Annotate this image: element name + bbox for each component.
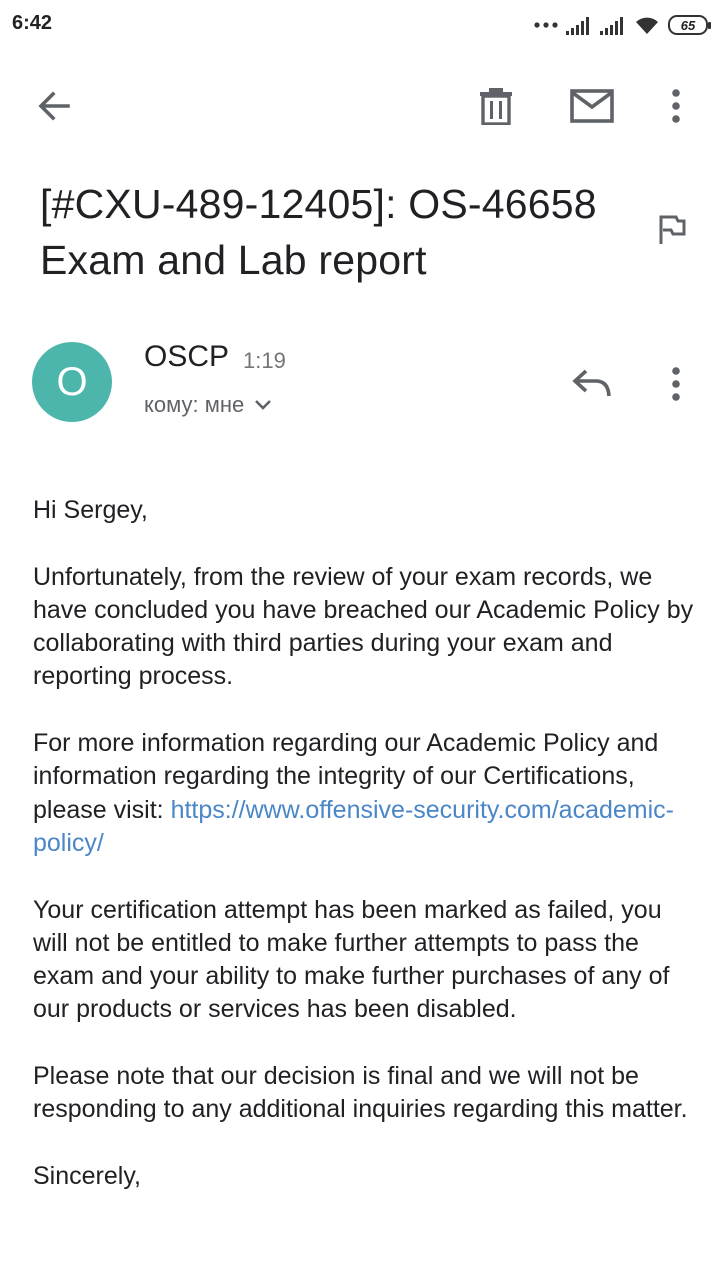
paragraph-4: Please note that our decision is final a… (33, 1062, 688, 1124)
email-time: 1:19 (243, 348, 286, 373)
mail-icon (570, 89, 614, 123)
signal-icon (566, 17, 589, 35)
dots-icon (534, 22, 558, 28)
email-view: 6:42 65 [#CXU-489-12405]: OS-46658 Exam … (0, 0, 720, 1280)
status-icons: 65 (534, 12, 711, 38)
status-time: 6:42 (12, 12, 53, 34)
toolbar (0, 60, 720, 150)
message-more-button[interactable] (652, 360, 700, 408)
closing: Sincerely, (33, 1161, 141, 1190)
email-body: Hi Sergey, Unfortunately, from the revie… (33, 494, 698, 1227)
paragraph-3: Your certification attempt has been mark… (33, 895, 670, 1024)
flag-button[interactable] (652, 210, 692, 250)
more-options-button[interactable] (648, 78, 704, 134)
more-vert-icon (672, 89, 680, 123)
more-vert-icon (672, 367, 680, 401)
reply-button[interactable] (566, 360, 618, 408)
avatar-initial: O (56, 359, 88, 404)
paragraph-1: Unfortunately, from the review of your e… (33, 562, 694, 691)
avatar[interactable]: O (32, 342, 112, 422)
recipient-toggle[interactable]: кому: мне (144, 392, 272, 418)
mark-unread-button[interactable] (564, 78, 620, 134)
back-button[interactable] (26, 78, 82, 134)
recipient-label: кому: мне (144, 392, 245, 417)
chevron-down-icon (255, 400, 272, 410)
reply-icon (572, 369, 611, 397)
greeting: Hi Sergey, (33, 496, 148, 524)
signal-icon (600, 17, 623, 35)
battery-icon: 65 (668, 15, 711, 35)
battery-level: 65 (680, 17, 696, 33)
wifi-icon (636, 17, 658, 34)
email-subject: [#CXU-489-12405]: OS-46658 Exam and Lab … (40, 181, 597, 283)
sender-name: OSCP (144, 340, 230, 373)
status-bar: 6:42 65 (0, 0, 720, 50)
paragraph-2: For more information regarding our Acade… (33, 727, 698, 860)
arrow-back-icon (38, 91, 70, 121)
flag-icon (659, 215, 686, 244)
trash-icon (480, 88, 512, 125)
delete-button[interactable] (468, 78, 524, 134)
